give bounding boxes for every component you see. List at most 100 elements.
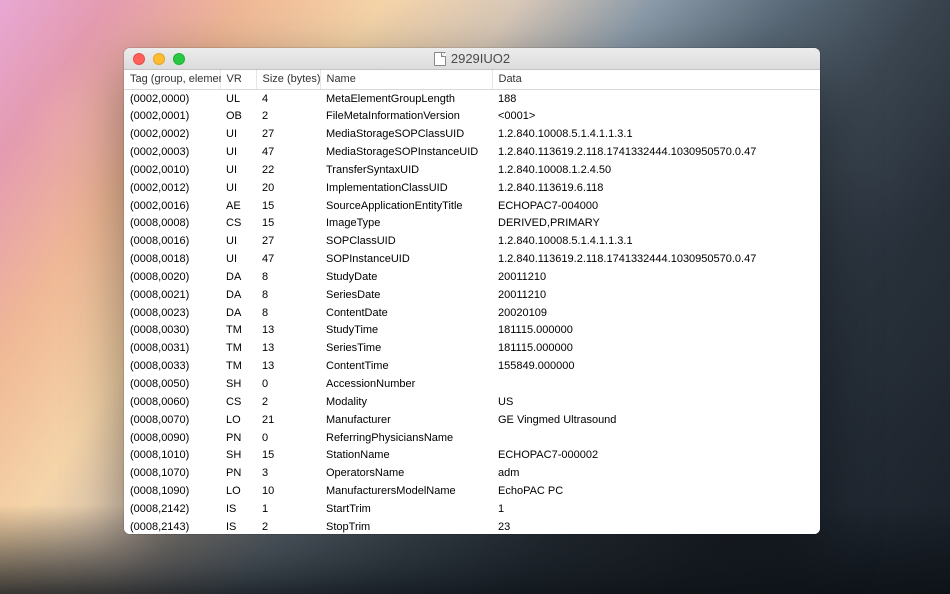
- cell-size: 13: [256, 322, 320, 340]
- cell-vr: TM: [220, 358, 256, 376]
- minimize-button[interactable]: [153, 53, 165, 65]
- cell-name: SourceApplicationEntityTitle: [320, 197, 492, 215]
- cell-size: 22: [256, 161, 320, 179]
- cell-name: StopTrim: [320, 518, 492, 534]
- table-row[interactable]: (0002,0001)OB2FileMetaInformationVersion…: [124, 108, 820, 126]
- table-row[interactable]: (0002,0010)UI22TransferSyntaxUID1.2.840.…: [124, 161, 820, 179]
- cell-tag: (0008,2142): [124, 500, 220, 518]
- cell-tag: (0002,0000): [124, 90, 220, 108]
- window-titlebar[interactable]: 2929IUO2: [124, 48, 820, 70]
- cell-tag: (0002,0003): [124, 144, 220, 162]
- dicom-tag-table: Tag (group, element) VR Size (bytes) Nam…: [124, 70, 820, 534]
- table-row[interactable]: (0008,0070)LO21ManufacturerGE Vingmed Ul…: [124, 411, 820, 429]
- cell-name: SOPInstanceUID: [320, 251, 492, 269]
- cell-name: StudyDate: [320, 268, 492, 286]
- cell-name: TransferSyntaxUID: [320, 161, 492, 179]
- cell-data: 1.2.840.113619.6.118: [492, 179, 820, 197]
- cell-size: 8: [256, 304, 320, 322]
- close-button[interactable]: [133, 53, 145, 65]
- table-row[interactable]: (0008,2143)IS2StopTrim23: [124, 518, 820, 534]
- cell-vr: PN: [220, 465, 256, 483]
- cell-name: ImplementationClassUID: [320, 179, 492, 197]
- cell-tag: (0008,0008): [124, 215, 220, 233]
- cell-tag: (0008,0018): [124, 251, 220, 269]
- cell-data: 1.2.840.10008.5.1.4.1.1.3.1: [492, 126, 820, 144]
- cell-data: 155849.000000: [492, 358, 820, 376]
- cell-vr: IS: [220, 500, 256, 518]
- document-icon: [434, 52, 446, 66]
- table-row[interactable]: (0008,0018)UI47SOPInstanceUID1.2.840.113…: [124, 251, 820, 269]
- cell-name: ReferringPhysiciansName: [320, 429, 492, 447]
- cell-data: [492, 376, 820, 394]
- cell-size: 27: [256, 126, 320, 144]
- cell-name: Modality: [320, 393, 492, 411]
- cell-data: EchoPAC PC: [492, 483, 820, 501]
- cell-tag: (0002,0016): [124, 197, 220, 215]
- table-row[interactable]: (0008,1010)SH15StationNameECHOPAC7-00000…: [124, 447, 820, 465]
- cell-data: adm: [492, 465, 820, 483]
- table-row[interactable]: (0008,0020)DA8StudyDate20011210: [124, 268, 820, 286]
- cell-name: ContentDate: [320, 304, 492, 322]
- cell-size: 13: [256, 358, 320, 376]
- cell-size: 3: [256, 465, 320, 483]
- cell-tag: (0008,1070): [124, 465, 220, 483]
- cell-data: ECHOPAC7-004000: [492, 197, 820, 215]
- cell-tag: (0008,0020): [124, 268, 220, 286]
- table-row[interactable]: (0002,0002)UI27MediaStorageSOPClassUID1.…: [124, 126, 820, 144]
- cell-vr: DA: [220, 304, 256, 322]
- table-row[interactable]: (0002,0016)AE15SourceApplicationEntityTi…: [124, 197, 820, 215]
- table-row[interactable]: (0008,0023)DA8ContentDate20020109: [124, 304, 820, 322]
- cell-vr: UI: [220, 161, 256, 179]
- cell-tag: (0008,0090): [124, 429, 220, 447]
- cell-vr: PN: [220, 429, 256, 447]
- table-row[interactable]: (0008,2142)IS1StartTrim1: [124, 500, 820, 518]
- table-row[interactable]: (0008,1070)PN3OperatorsNameadm: [124, 465, 820, 483]
- cell-name: SOPClassUID: [320, 233, 492, 251]
- cell-name: MediaStorageSOPClassUID: [320, 126, 492, 144]
- table-row[interactable]: (0008,0033)TM13ContentTime155849.000000: [124, 358, 820, 376]
- cell-name: SeriesTime: [320, 340, 492, 358]
- table-row[interactable]: (0008,0030)TM13StudyTime181115.000000: [124, 322, 820, 340]
- cell-tag: (0008,0016): [124, 233, 220, 251]
- table-row[interactable]: (0008,0060)CS2ModalityUS: [124, 393, 820, 411]
- cell-size: 2: [256, 393, 320, 411]
- table-row[interactable]: (0008,0050)SH0AccessionNumber: [124, 376, 820, 394]
- cell-tag: (0002,0012): [124, 179, 220, 197]
- col-header-vr[interactable]: VR: [220, 70, 256, 90]
- cell-tag: (0008,0033): [124, 358, 220, 376]
- cell-vr: DA: [220, 286, 256, 304]
- cell-data: 1.2.840.10008.1.2.4.50: [492, 161, 820, 179]
- cell-tag: (0002,0001): [124, 108, 220, 126]
- table-row[interactable]: (0008,0008)CS15ImageTypeDERIVED,PRIMARY: [124, 215, 820, 233]
- table-row[interactable]: (0008,0031)TM13SeriesTime181115.000000: [124, 340, 820, 358]
- cell-tag: (0008,1090): [124, 483, 220, 501]
- cell-data: 20020109: [492, 304, 820, 322]
- cell-name: ManufacturersModelName: [320, 483, 492, 501]
- title-wrap: 2929IUO2: [124, 51, 820, 66]
- cell-tag: (0002,0010): [124, 161, 220, 179]
- table-row[interactable]: (0008,0016)UI27SOPClassUID1.2.840.10008.…: [124, 233, 820, 251]
- table-row[interactable]: (0008,0090)PN0ReferringPhysiciansName: [124, 429, 820, 447]
- cell-tag: (0008,0070): [124, 411, 220, 429]
- table-row[interactable]: (0002,0003)UI47MediaStorageSOPInstanceUI…: [124, 144, 820, 162]
- col-header-size[interactable]: Size (bytes): [256, 70, 320, 90]
- table-row[interactable]: (0002,0012)UI20ImplementationClassUID1.2…: [124, 179, 820, 197]
- cell-vr: UI: [220, 233, 256, 251]
- cell-vr: SH: [220, 376, 256, 394]
- col-header-data[interactable]: Data: [492, 70, 820, 90]
- table-scroll-area[interactable]: Tag (group, element) VR Size (bytes) Nam…: [124, 70, 820, 534]
- table-row[interactable]: (0008,1090)LO10ManufacturersModelNameEch…: [124, 483, 820, 501]
- cell-size: 8: [256, 268, 320, 286]
- col-header-name[interactable]: Name: [320, 70, 492, 90]
- table-row[interactable]: (0002,0000)UL4MetaElementGroupLength188: [124, 90, 820, 108]
- table-row[interactable]: (0008,0021)DA8SeriesDate20011210: [124, 286, 820, 304]
- cell-vr: CS: [220, 393, 256, 411]
- cell-vr: UI: [220, 251, 256, 269]
- cell-vr: DA: [220, 268, 256, 286]
- cell-name: Manufacturer: [320, 411, 492, 429]
- cell-size: 4: [256, 90, 320, 108]
- cell-name: FileMetaInformationVersion: [320, 108, 492, 126]
- cell-data: 23: [492, 518, 820, 534]
- maximize-button[interactable]: [173, 53, 185, 65]
- col-header-tag[interactable]: Tag (group, element): [124, 70, 220, 90]
